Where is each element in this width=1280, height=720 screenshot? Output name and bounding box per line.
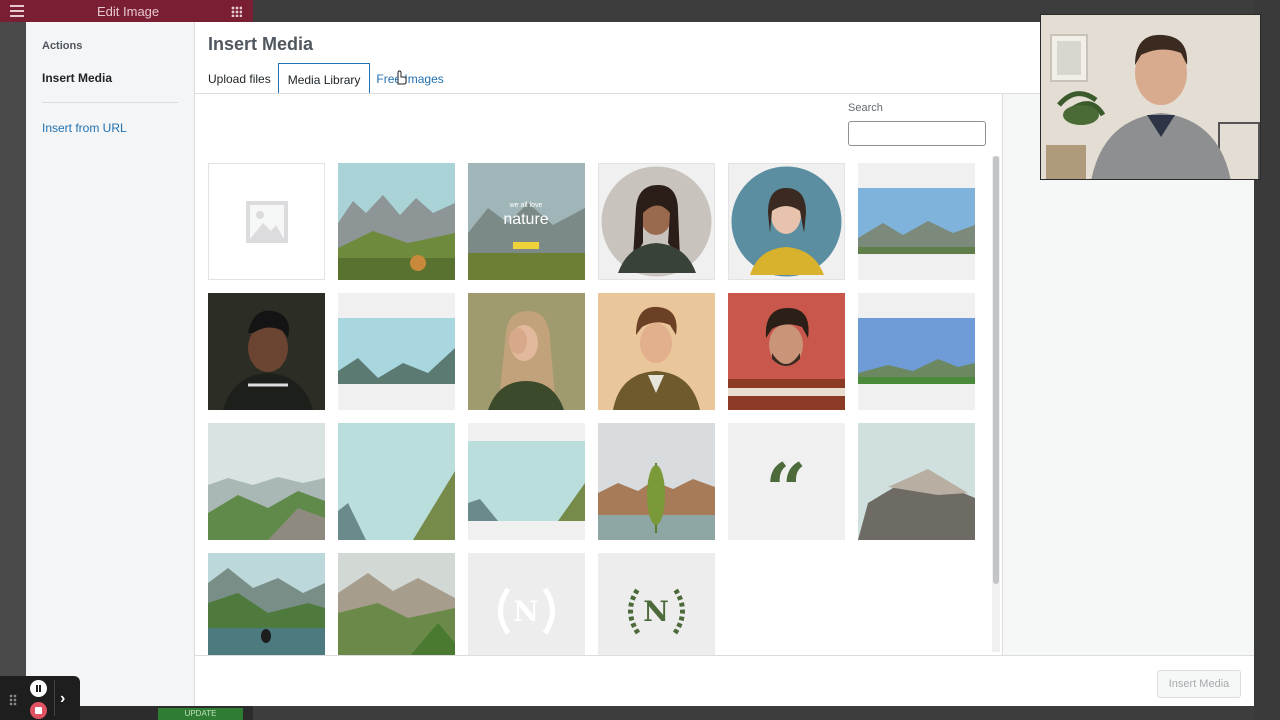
woman-blue-portrait-image [731, 166, 842, 277]
editor-footer: UPDATE [80, 706, 253, 720]
scrollbar-thumb[interactable] [993, 156, 999, 584]
mountain-slopes-image [338, 423, 455, 540]
editor-header: Edit Image [0, 0, 253, 22]
media-item[interactable]: N [598, 553, 715, 655]
pause-icon[interactable] [30, 680, 47, 697]
stop-icon[interactable] [30, 702, 47, 719]
controls-divider [54, 680, 55, 716]
man-curly-hair-image [598, 293, 715, 410]
mountain-range-image [338, 293, 455, 410]
media-item[interactable] [338, 163, 455, 280]
insert-media-button[interactable]: Insert Media [1157, 670, 1241, 698]
media-item[interactable] [468, 293, 585, 410]
logo-n-white-image: N [468, 553, 585, 655]
media-item[interactable] [338, 553, 455, 655]
media-item[interactable] [468, 423, 585, 540]
recording-controls: › [0, 676, 80, 720]
man-beard-image [728, 293, 845, 410]
cursor-icon [397, 70, 407, 85]
media-toolbar: Insert Media [195, 655, 1254, 706]
search-label: Search [848, 102, 883, 114]
media-item[interactable] [858, 293, 975, 410]
hamburger-icon[interactable] [10, 5, 24, 17]
media-library-content: Search we all love nature “ N N [195, 94, 1002, 655]
logo-n-green-image: N [598, 553, 715, 655]
green-valley-image [338, 553, 455, 655]
quote-mark-image: “ [728, 423, 845, 540]
media-item[interactable] [208, 293, 325, 410]
alpine-hills-image [208, 423, 325, 540]
media-item[interactable]: “ [728, 423, 845, 540]
quote-glyph: “ [765, 447, 806, 532]
media-item[interactable] [208, 163, 325, 280]
mockup-small-text: we all love [509, 202, 543, 209]
editor-title: Edit Image [97, 4, 160, 19]
sidebar-item-insert-from-url[interactable]: Insert from URL [42, 121, 127, 135]
mountain-slopes-wide-image [468, 423, 585, 540]
media-item[interactable] [858, 423, 975, 540]
logo-letter-white: N [513, 595, 539, 628]
mountain-image [338, 163, 455, 280]
woman-hand-face-image [468, 293, 585, 410]
media-item[interactable] [208, 423, 325, 540]
search-input[interactable] [848, 121, 986, 146]
tab-upload-files[interactable]: Upload files [208, 63, 278, 95]
man-smiling-image [208, 293, 325, 410]
media-item[interactable] [728, 293, 845, 410]
mountain-wide-image [858, 163, 975, 280]
media-tabs: Upload files Media Library Free Images [208, 63, 451, 95]
placeholder-image-icon [246, 201, 288, 243]
media-sidebar: Actions Insert Media Insert from URL [26, 22, 195, 706]
media-item[interactable] [728, 163, 845, 280]
modal-title: Insert Media [208, 34, 314, 54]
media-item[interactable] [208, 553, 325, 655]
webcam-overlay [1040, 14, 1261, 180]
presenter-video [1041, 15, 1260, 179]
media-item[interactable] [338, 293, 455, 410]
media-item[interactable]: we all love nature [468, 163, 585, 280]
editor-panel-edge [0, 22, 26, 698]
grid-icon[interactable] [231, 6, 242, 17]
sidebar-divider [42, 102, 178, 103]
rocky-cliff-image [858, 423, 975, 540]
media-item[interactable] [598, 163, 715, 280]
media-item[interactable] [598, 293, 715, 410]
mockup-big-text: nature [503, 211, 548, 228]
media-item[interactable] [858, 163, 975, 280]
fern-leaf-image [598, 423, 715, 540]
media-item[interactable] [598, 423, 715, 540]
update-button[interactable]: UPDATE [158, 708, 243, 720]
actions-heading: Actions [42, 40, 83, 52]
tab-free-images[interactable]: Free Images [376, 63, 450, 95]
nature-mockup-image: we all love nature [468, 163, 585, 280]
chevron-right-icon[interactable]: › [60, 690, 65, 708]
sidebar-item-insert-media[interactable]: Insert Media [42, 71, 112, 85]
green-hills-image [858, 293, 975, 410]
media-item[interactable] [338, 423, 455, 540]
logo-letter-green: N [643, 595, 669, 628]
drag-handle-icon[interactable] [9, 694, 17, 706]
media-item[interactable]: N [468, 553, 585, 655]
lake-mountains-image [208, 553, 325, 655]
woman-portrait-image [601, 166, 712, 277]
tab-media-library[interactable]: Media Library [277, 63, 371, 95]
